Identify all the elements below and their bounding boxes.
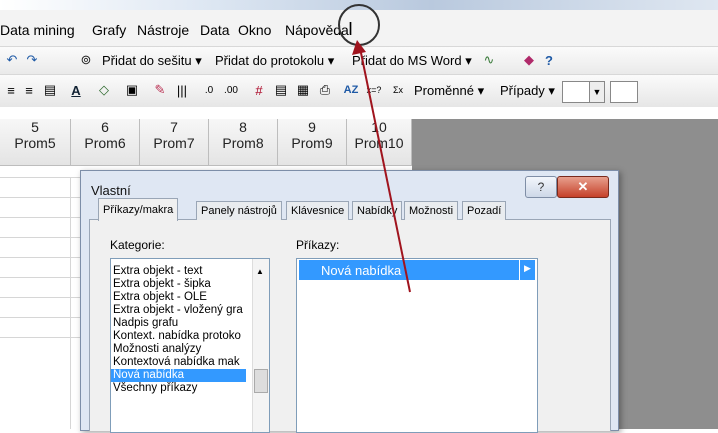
annotation-arrow — [352, 40, 411, 293]
